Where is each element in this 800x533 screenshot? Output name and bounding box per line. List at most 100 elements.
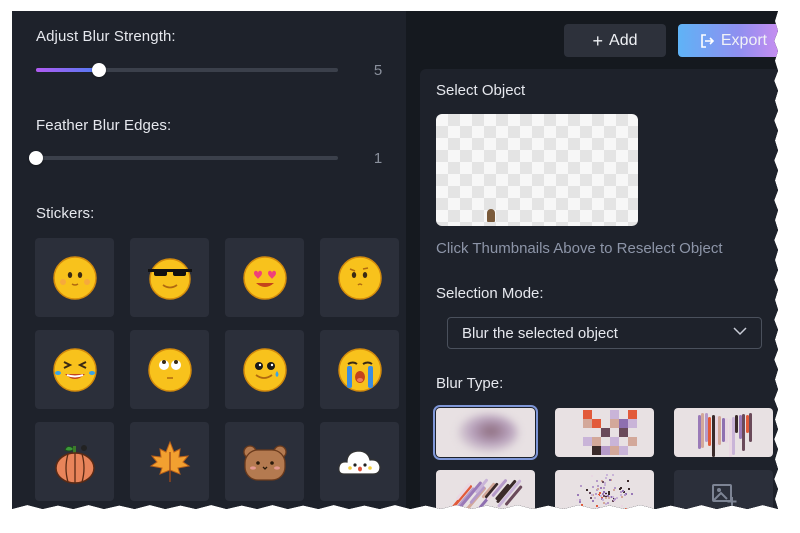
mosaic-pixel: [601, 428, 610, 437]
maple-leaf-icon: [149, 440, 190, 482]
object-thumbnail[interactable]: [436, 114, 638, 226]
blur-strength-thumb[interactable]: [92, 63, 107, 77]
blur-type-mosaic[interactable]: [555, 408, 654, 457]
scatter-dot: [631, 493, 634, 496]
scatter-dot: [596, 484, 599, 487]
scatter-dot: [605, 476, 608, 479]
feather-edges-thumb[interactable]: [29, 151, 43, 165]
scatter-dot: [611, 474, 614, 477]
mosaic-pixel: [592, 419, 601, 428]
streak-mark: [708, 417, 712, 447]
mosaic-pixel: [610, 419, 619, 428]
scatter-dot: [599, 487, 602, 490]
scatter-dot: [602, 498, 605, 501]
scatter-dot: [600, 494, 603, 497]
sticker-confused-face[interactable]: [320, 238, 399, 317]
bear-face-icon: [242, 444, 287, 481]
sticker-eye-roll-face[interactable]: [130, 330, 209, 409]
confused-face-icon: [337, 255, 382, 300]
selected-object-preview: [487, 209, 495, 222]
add-image-icon: [711, 483, 736, 506]
mosaic-pixel: [592, 446, 601, 455]
sticker-heart-eyes-face[interactable]: [225, 238, 304, 317]
add-button-label: Add: [609, 31, 638, 49]
scatter-dot: [604, 482, 607, 485]
streak-mark: [742, 414, 746, 452]
mosaic-pixel: [610, 437, 619, 446]
mosaic-pixel: [628, 437, 637, 446]
scatter-dot: [577, 494, 580, 497]
object-settings-panel: Select Object Click Thumbnails Above to …: [420, 69, 778, 509]
mosaic-pixel: [583, 410, 592, 419]
scatter-dot: [607, 496, 610, 499]
streak-mark: [749, 412, 752, 443]
scatter-dot: [603, 487, 606, 490]
scatter-dot: [627, 480, 630, 483]
scatter-dot: [591, 494, 594, 497]
streak-mark: [701, 413, 705, 449]
blur-type-diagonal-streak[interactable]: [436, 470, 535, 509]
blur-type-gaussian[interactable]: [433, 405, 538, 460]
mosaic-pixel: [610, 446, 619, 455]
selection-mode-label: Selection Mode:: [436, 285, 544, 302]
export-button[interactable]: Export: [678, 24, 778, 57]
feather-edges-label: Feather Blur Edges:: [36, 117, 172, 134]
plus-icon: +: [592, 30, 604, 51]
blur-type-vertical-streak[interactable]: [674, 408, 773, 457]
scatter-dot: [620, 505, 623, 508]
scatter-dot: [579, 498, 582, 501]
streak-mark: [718, 415, 722, 446]
feather-edges-slider[interactable]: [29, 151, 338, 165]
mosaic-pixel: [592, 437, 601, 446]
sticker-pumpkin[interactable]: [35, 422, 114, 501]
blur-type-scatter[interactable]: [555, 470, 654, 509]
right-area: + Add Export Select Object Click Thumbna…: [406, 11, 778, 509]
mosaic-pixel: [619, 446, 628, 455]
scatter-dot: [586, 489, 589, 492]
scatter-dot: [625, 507, 628, 509]
blur-strength-slider[interactable]: [36, 63, 338, 77]
scatter-dot: [612, 498, 615, 501]
scatter-dot: [620, 486, 623, 489]
mosaic-pixel: [610, 410, 619, 419]
sticker-cloud-face[interactable]: [320, 422, 399, 501]
sticker-teary-smile-face[interactable]: [225, 330, 304, 409]
scatter-dot: [598, 491, 601, 494]
reselect-hint: Click Thumbnails Above to Reselect Objec…: [436, 240, 723, 257]
sticker-crying-face[interactable]: [320, 330, 399, 409]
scatter-dot: [597, 495, 600, 498]
app-window: Adjust Blur Strength: 5 Feather Blur Edg…: [12, 11, 778, 509]
streak-mark: [735, 414, 739, 434]
export-icon: [701, 33, 715, 48]
mosaic-pixel: [583, 437, 592, 446]
blur-type-custom-image[interactable]: [674, 470, 773, 509]
blur-strength-label: Adjust Blur Strength:: [36, 28, 176, 45]
sticker-blushing-face[interactable]: [35, 238, 114, 317]
sticker-sunglasses-face[interactable]: [130, 238, 209, 317]
selection-mode-dropdown[interactable]: Blur the selected object: [447, 317, 762, 349]
scatter-dot: [605, 473, 608, 476]
mosaic-pixel: [619, 419, 628, 428]
scatter-dot: [604, 494, 607, 496]
scatter-dot: [596, 497, 599, 500]
scatter-dot: [613, 489, 616, 492]
scatter-dot: [607, 502, 609, 505]
sticker-tears-of-joy-face[interactable]: [35, 330, 114, 409]
scatter-dot: [603, 501, 606, 504]
sticker-maple-leaf[interactable]: [130, 422, 209, 501]
sticker-bear-face[interactable]: [225, 422, 304, 501]
eye-roll-face-icon: [147, 347, 192, 392]
stickers-grid: [35, 238, 399, 501]
pumpkin-icon: [54, 444, 95, 484]
scatter-dot: [612, 500, 615, 503]
mosaic-pixel: [619, 428, 628, 437]
scatter-dot: [604, 507, 607, 509]
scatter-dot: [620, 494, 622, 496]
gaussian-preview: [458, 414, 518, 452]
feather-edges-value: 1: [373, 150, 383, 167]
scatter-dot: [605, 496, 608, 499]
teary-smile-face-icon: [242, 347, 287, 392]
heart-eyes-face-icon: [242, 255, 287, 300]
stickers-label: Stickers:: [36, 205, 95, 222]
add-button[interactable]: + Add: [564, 24, 666, 57]
